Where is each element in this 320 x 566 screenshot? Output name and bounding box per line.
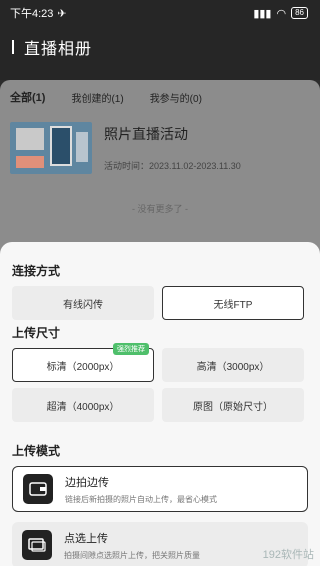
status-bar: 下午4:23 ✈ ▮▮▮ ◠ 86 bbox=[0, 0, 320, 26]
upload-settings-sheet: 连接方式 有线闪传 无线FTP 上传尺寸 标清（2000px） 强烈推荐 高清（… bbox=[0, 242, 320, 566]
mode-select-title: 点选上传 bbox=[64, 532, 108, 545]
tab-joined[interactable]: 我参与的(0) bbox=[150, 90, 202, 105]
tab-all[interactable]: 全部(1) bbox=[10, 89, 45, 105]
gallery-icon bbox=[22, 530, 52, 560]
album-title: 照片直播活动 bbox=[104, 126, 188, 142]
connect-title: 连接方式 bbox=[12, 264, 61, 278]
album-list-area: 全部(1) 我创建的(1) 我参与的(0) 照片直播活动 活动时间：2023.1… bbox=[0, 80, 320, 260]
page-title: 直播相册 bbox=[24, 41, 93, 58]
battery-indicator: 86 bbox=[291, 7, 308, 19]
top-area: 下午4:23 ✈ ▮▮▮ ◠ 86 直播相册 bbox=[0, 0, 320, 80]
connect-ftp-button[interactable]: 无线FTP bbox=[162, 286, 304, 320]
mode-select-desc: 拍摄间隙点选照片上传，把关照片质量 bbox=[64, 550, 200, 560]
album-time: 活动时间：2023.11.02-2023.11.30 bbox=[104, 161, 241, 171]
mode-auto-upload[interactable]: 边拍边传 链接后新拍摄的照片自动上传，最省心模式 bbox=[12, 466, 308, 512]
recommend-badge: 强烈推荐 bbox=[113, 343, 149, 355]
connect-wired-button[interactable]: 有线闪传 bbox=[12, 286, 154, 320]
wifi-icon: ◠ bbox=[276, 7, 287, 20]
title-bar: 直播相册 bbox=[0, 26, 320, 68]
size-standard-button[interactable]: 标清（2000px） 强烈推荐 bbox=[12, 343, 154, 382]
status-time: 下午4:23 bbox=[10, 8, 54, 20]
size-original-button[interactable]: 原图（原始尺寸） bbox=[162, 388, 304, 422]
title-accent-bar bbox=[12, 40, 14, 54]
album-item[interactable]: 照片直播活动 活动时间：2023.11.02-2023.11.30 bbox=[0, 114, 320, 182]
watermark: 192软件站 bbox=[262, 549, 314, 561]
album-tabs: 全部(1) 我创建的(1) 我参与的(0) bbox=[0, 80, 320, 114]
size-ultra-button[interactable]: 超清（4000px） bbox=[12, 388, 154, 422]
upload-mode-title: 上传模式 bbox=[12, 444, 61, 458]
no-more-text: - 没有更多了 - bbox=[132, 204, 188, 214]
mode-auto-desc: 链接后新拍摄的照片自动上传，最省心模式 bbox=[65, 494, 217, 504]
tab-created[interactable]: 我创建的(1) bbox=[71, 90, 123, 105]
upload-size-title: 上传尺寸 bbox=[12, 326, 61, 340]
album-thumbnail bbox=[10, 122, 92, 174]
mode-auto-title: 边拍边传 bbox=[65, 476, 109, 489]
signal-icon: ▮▮▮ bbox=[253, 7, 272, 20]
notification-icon: ✈ bbox=[57, 7, 67, 20]
size-standard-label: 标清（2000px） bbox=[46, 361, 120, 373]
wallet-icon bbox=[23, 474, 53, 504]
size-high-button[interactable]: 高清（3000px） bbox=[162, 348, 304, 382]
